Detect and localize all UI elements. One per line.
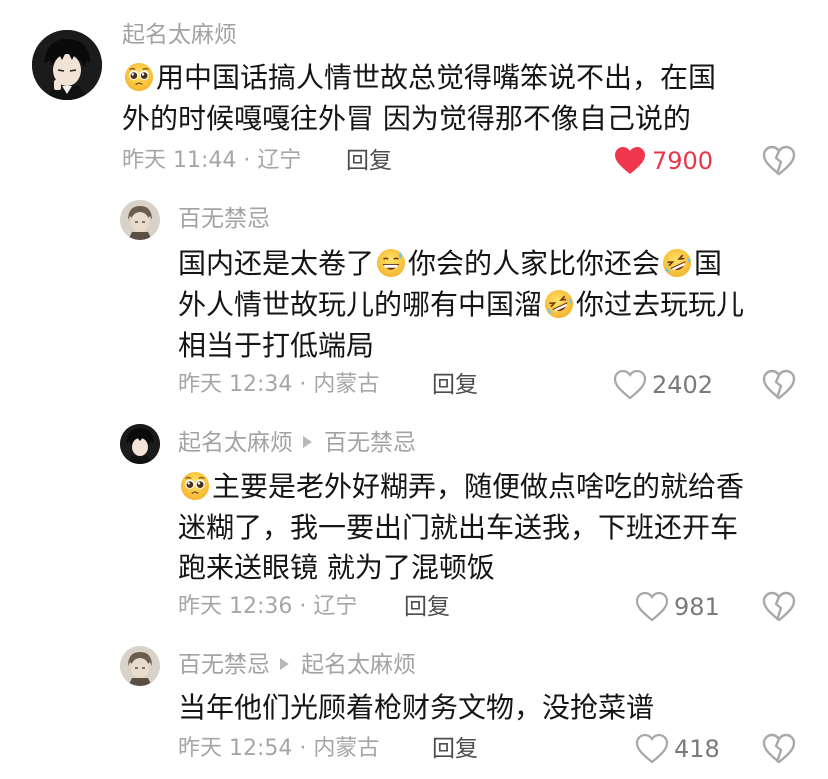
reply-arrow-icon [280, 657, 289, 670]
comment-time-location: 昨天 12:36 · 辽宁 [178, 594, 358, 619]
avatar[interactable] [120, 200, 160, 240]
comment-text-line: 外的时候嘎嘎往外冒 因为觉得那不像自己说的 [122, 102, 691, 135]
broken-heart-icon [762, 145, 796, 176]
comment-text: 跑来送眼镜 就为了混顿饭 [178, 548, 495, 588]
reply-button[interactable]: 回复 [432, 734, 478, 764]
comment-text-line: 外人情世故玩儿的哪有中国溜 [178, 288, 543, 321]
comment-text: 用中国话搞人情世故总觉得嘴笨说不出，在国 [122, 58, 716, 98]
comment-text: 外人情世故玩儿的哪有中国溜 你过去玩玩儿 [178, 285, 744, 325]
comment-text-line: 国 [694, 247, 723, 280]
grinning-sweat-emoji [376, 248, 406, 278]
comment-username: 起名太麻烦 百无禁忌 [178, 428, 416, 458]
avatar[interactable] [120, 424, 160, 464]
dislike-button[interactable] [762, 145, 796, 177]
comment-text: 当年他们光顾着枪财务文物，没抢菜谱 [178, 688, 654, 728]
dislike-button[interactable] [762, 369, 796, 401]
comment-time-location: 昨天 12:34 · 内蒙古 [178, 372, 380, 397]
comment-text-line: 主要是老外好糊弄，随便做点啥吃的就给香 [212, 470, 745, 503]
comment-text-line: 你过去玩玩儿 [576, 288, 745, 321]
comment-text: 相当于打低端局 [178, 326, 374, 366]
like-count: 7900 [652, 147, 714, 175]
dislike-button[interactable] [762, 591, 796, 623]
dislike-button[interactable] [762, 733, 796, 765]
comment-username[interactable]: 百无禁忌 [178, 204, 270, 234]
like-button[interactable]: 418 [636, 732, 720, 766]
comment-text: 外的时候嘎嘎往外冒 因为觉得那不像自己说的 [122, 99, 691, 139]
heart-icon [636, 734, 668, 764]
comment-username-text[interactable]: 百无禁忌 [178, 652, 270, 678]
broken-heart-icon [762, 733, 796, 764]
broken-heart-icon [762, 369, 796, 400]
reply-button[interactable]: 回复 [346, 146, 392, 176]
like-button[interactable]: 2402 [614, 368, 713, 402]
comment-username-text[interactable]: 起名太麻烦 [178, 430, 293, 456]
comment-username[interactable]: 起名太麻烦 [122, 20, 237, 50]
comment-text-line: 相当于打低端局 [178, 329, 375, 362]
avatar[interactable] [32, 30, 102, 100]
comment-text-line: 用中国话搞人情世故总觉得嘴笨说不出，在国 [156, 61, 717, 94]
pleading-face-emoji [124, 62, 154, 92]
comment-text-line: 迷糊了，我一要出门就出车送我，下班还开车 [178, 511, 739, 544]
pleading-face-emoji [180, 471, 210, 501]
rofl-emoji [662, 248, 692, 278]
comment-text-line: 你会的人家比你还会 [408, 247, 661, 280]
reply-to-username[interactable]: 起名太麻烦 [301, 652, 416, 678]
avatar[interactable] [120, 646, 160, 686]
reply-button[interactable]: 回复 [432, 370, 478, 400]
heart-icon [614, 370, 646, 400]
comment-text-line: 国内还是太卷了 [178, 247, 375, 280]
like-count: 2402 [652, 371, 714, 399]
comment-text: 主要是老外好糊弄，随便做点啥吃的就给香 [178, 467, 744, 507]
reply-button[interactable]: 回复 [404, 592, 450, 622]
comment-time-location: 昨天 12:54 · 内蒙古 [178, 736, 380, 761]
comment-text: 国内还是太卷了 你会的人家比你还会国 [178, 244, 722, 284]
comment-time-location: 昨天 11:44 · 辽宁 [122, 148, 302, 173]
comment-username: 百无禁忌 起名太麻烦 [178, 650, 416, 680]
heart-icon [615, 147, 645, 174]
reply-arrow-icon [303, 435, 312, 448]
rofl-emoji [544, 289, 574, 319]
heart-icon [636, 592, 668, 622]
like-count: 981 [674, 593, 720, 621]
reply-to-username[interactable]: 百无禁忌 [324, 430, 416, 456]
like-count: 418 [674, 735, 720, 763]
like-button[interactable]: 981 [636, 590, 720, 624]
like-button[interactable]: 7900 [614, 144, 713, 178]
broken-heart-icon [762, 591, 796, 622]
comment-text: 迷糊了，我一要出门就出车送我，下班还开车 [178, 508, 738, 548]
comment-text-line: 跑来送眼镜 就为了混顿饭 [178, 551, 495, 584]
comment-text-line: 当年他们光顾着枪财务文物，没抢菜谱 [178, 691, 655, 724]
